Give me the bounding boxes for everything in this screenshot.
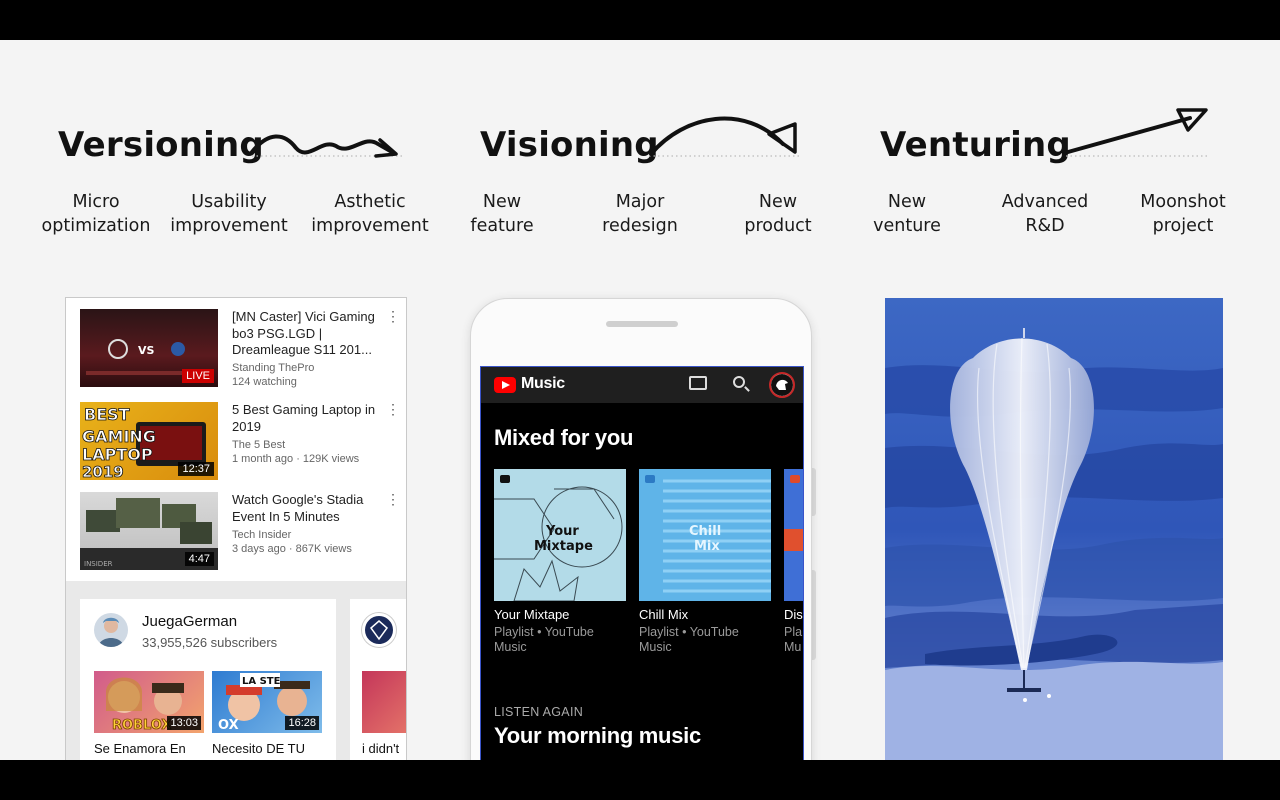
playlist-card-art[interactable]: Chill Mix [639, 469, 771, 601]
label-new-product: New product [744, 192, 812, 236]
music-app-screen: Music Mixed for you Your Mixtape Chill M… [480, 366, 804, 760]
channel-card[interactable]: i didn't [350, 599, 406, 760]
svg-text:Your: Your [545, 524, 579, 539]
account-avatar[interactable] [769, 372, 795, 398]
video-thumbnail[interactable]: INSIDER 4:47 [80, 492, 218, 570]
playlist-card-art[interactable] [784, 469, 803, 601]
playlist-card-title[interactable]: Chill Mix [639, 607, 688, 622]
video-duration: 12:37 [178, 462, 214, 476]
more-vert-icon[interactable]: ⋮ [386, 402, 400, 416]
channel-subscribers: 33,955,526 subscribers [142, 635, 278, 650]
channel-avatar[interactable] [362, 613, 396, 647]
label-advanced-rnd: Advanced R&D [1001, 192, 1089, 236]
curved-arrow-icon [649, 116, 799, 157]
label-new-feature: New feature [470, 192, 534, 236]
section-title: Mixed for you [494, 425, 634, 450]
listen-again-label: LISTEN AGAIN [494, 705, 584, 719]
search-icon[interactable] [733, 376, 745, 388]
video-meta: 124 watching [232, 376, 297, 388]
playlist-card-art[interactable]: Your Mixtape [494, 469, 626, 601]
app-bar: Music [481, 367, 803, 403]
app-name: Music [521, 375, 565, 392]
svg-text:VS: VS [138, 344, 155, 357]
svg-text:OX: OX [218, 718, 239, 733]
video-item[interactable]: INSIDER 4:47 Watch Google's Stadia Event… [80, 492, 400, 572]
loon-balloon-photo [885, 298, 1223, 760]
video-duration: 4:47 [184, 552, 214, 566]
youtube-logo-icon[interactable] [494, 377, 516, 393]
playlist-card-subtitle: Playlist • YouTube Music [639, 625, 739, 654]
label-usability-improvement: Usability improvement [170, 192, 288, 236]
channel-video-thumbnail[interactable] [362, 671, 406, 733]
video-duration: 13:03 [167, 716, 201, 730]
video-meta: 1 month ago · 129K views [232, 453, 360, 465]
heading-venturing: Venturing [880, 125, 1071, 165]
more-vert-icon[interactable]: ⋮ [386, 309, 400, 323]
phone-mockup: Music Mixed for you Your Mixtape Chill M… [470, 298, 812, 760]
video-channel: Standing ThePro [232, 362, 315, 374]
heading-versioning: Versioning [58, 125, 264, 165]
letterbox-bottom [0, 760, 1280, 800]
youtube-screenshot: VS LIVE [MN Caster] Vici Gaming bo3 PSG.… [65, 297, 407, 760]
straight-arrow-icon [1066, 108, 1210, 157]
more-vert-icon[interactable]: ⋮ [386, 492, 400, 506]
label-moonshot-project: Moonshot project [1140, 192, 1226, 236]
svg-text:2019: 2019 [82, 463, 124, 480]
video-title[interactable]: Watch Google's Stadia Event In 5 Minutes [232, 492, 382, 525]
channel-name[interactable]: JuegaGerman [142, 613, 237, 630]
svg-text:Chill: Chill [689, 524, 721, 539]
svg-text:BEST: BEST [84, 405, 130, 424]
video-channel: Tech Insider [232, 529, 292, 541]
svg-text:ROBLOX: ROBLOX [112, 718, 171, 733]
svg-text:INSIDER: INSIDER [84, 560, 113, 568]
cast-icon[interactable] [689, 376, 707, 390]
listen-again-title: Your morning music [494, 723, 701, 748]
video-thumbnail[interactable]: VS LIVE [80, 309, 218, 387]
video-title[interactable]: 5 Best Gaming Laptop in 2019 [232, 402, 382, 435]
video-duration: 16:28 [285, 716, 319, 730]
svg-text:Mixtape: Mixtape [534, 539, 593, 554]
svg-text:LA STE: LA STE [242, 676, 281, 687]
video-meta: 3 days ago · 867K views [232, 543, 352, 555]
slide: Versioning Visioning Venturing Micro opti… [0, 40, 1280, 760]
svg-text:LAPTOP: LAPTOP [82, 445, 153, 464]
channel-video-thumbnail[interactable]: ROBLOX 13:03 [94, 671, 204, 733]
playlist-card-title[interactable]: Your Mixtape [494, 607, 569, 622]
playlist-card-title[interactable]: Dis [784, 607, 803, 622]
phone-speaker [606, 321, 678, 327]
svg-text:GAMING: GAMING [82, 427, 156, 446]
channel-card[interactable]: JuegaGerman 33,955,526 subscribers ROBLO… [80, 599, 336, 760]
live-badge: LIVE [182, 369, 214, 383]
label-major-redesign: Major redesign [602, 192, 678, 236]
svg-text:Mix: Mix [694, 539, 720, 554]
video-title[interactable]: [MN Caster] Vici Gaming bo3 PSG.LGD | Dr… [232, 309, 382, 359]
video-list: VS LIVE [MN Caster] Vici Gaming bo3 PSG.… [66, 298, 406, 581]
label-micro-optimization: Micro optimization [41, 192, 151, 236]
playlist-card-subtitle: Playlist • YouTube Music [494, 625, 594, 654]
channel-video-title[interactable]: Se Enamora En [94, 741, 186, 756]
label-asthetic-improvement: Asthetic improvement [311, 192, 429, 236]
channel-video-title[interactable]: Necesito DE TU [212, 741, 305, 756]
video-thumbnail[interactable]: BEST GAMING LAPTOP 2019 12:37 [80, 402, 218, 480]
video-item[interactable]: VS LIVE [MN Caster] Vici Gaming bo3 PSG.… [80, 309, 400, 389]
label-new-venture: New venture [873, 192, 941, 236]
channel-video-thumbnail[interactable]: LA STE OX 16:28 [212, 671, 322, 733]
wavy-arrow-icon [250, 134, 402, 158]
channel-video-title[interactable]: i didn't [362, 741, 399, 756]
video-channel: The 5 Best [232, 439, 286, 451]
channel-avatar[interactable] [94, 613, 128, 647]
playlist-card-subtitle: Pla Mu [784, 625, 803, 654]
letterbox-top [0, 0, 1280, 40]
video-item[interactable]: BEST GAMING LAPTOP 2019 12:37 5 Best Gam… [80, 402, 400, 482]
heading-visioning: Visioning [480, 125, 659, 165]
